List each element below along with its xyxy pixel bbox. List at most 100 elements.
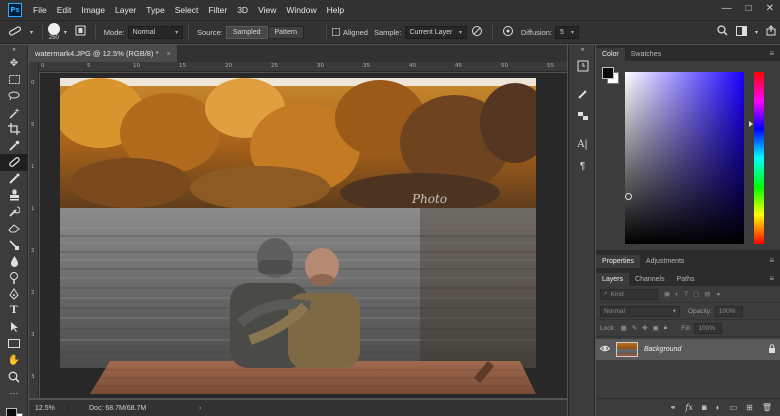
layer-kind-filter[interactable]: ⌕ Kind bbox=[600, 288, 658, 300]
pen-tool-icon[interactable] bbox=[0, 286, 28, 303]
move-tool-icon[interactable]: ✥ bbox=[0, 55, 28, 72]
filter-toggle-icon[interactable]: ● bbox=[716, 291, 720, 298]
brush-dropdown-icon[interactable]: ▾ bbox=[64, 29, 67, 36]
eraser-tool-icon[interactable] bbox=[0, 220, 28, 237]
healing-brush-tool-icon[interactable] bbox=[0, 154, 28, 171]
lock-position-icon[interactable]: ✥ bbox=[642, 324, 647, 332]
eyedropper-tool-icon[interactable] bbox=[0, 138, 28, 155]
menu-3d[interactable]: 3D bbox=[232, 5, 253, 15]
new-group-icon[interactable]: ▭ bbox=[730, 403, 738, 412]
menu-layer[interactable]: Layer bbox=[110, 5, 141, 15]
tab-color[interactable]: Color bbox=[596, 48, 625, 61]
search-icon[interactable] bbox=[717, 25, 728, 39]
more-tools-icon[interactable]: ··· bbox=[0, 385, 28, 402]
delete-layer-icon[interactable]: 🗑︎ bbox=[762, 403, 772, 412]
panel-menu-icon[interactable]: ≡ bbox=[763, 256, 780, 268]
lock-all-icon[interactable]: 🔒︎ bbox=[664, 324, 667, 332]
healing-brush-icon[interactable] bbox=[8, 25, 22, 40]
preset-dropdown-icon[interactable]: ▾ bbox=[30, 29, 33, 36]
ignore-adjustment-layers-icon[interactable] bbox=[471, 25, 483, 40]
crop-tool-icon[interactable] bbox=[0, 121, 28, 138]
panel-collapse-icon[interactable]: » bbox=[0, 45, 28, 55]
sampled-button[interactable]: Sampled bbox=[225, 25, 268, 39]
panel-menu-icon[interactable]: ≡ bbox=[763, 49, 780, 61]
hand-tool-icon[interactable]: ✋ bbox=[0, 352, 28, 369]
menu-help[interactable]: Help bbox=[322, 5, 349, 15]
lock-pixels-icon[interactable]: ✎ bbox=[632, 324, 637, 332]
clone-source-panel-icon[interactable] bbox=[569, 105, 596, 127]
foreground-color-swatch[interactable] bbox=[602, 67, 614, 79]
status-menu-arrow-icon[interactable]: › bbox=[199, 405, 201, 412]
hue-slider-handle[interactable] bbox=[749, 121, 753, 127]
menu-filter[interactable]: Filter bbox=[203, 5, 232, 15]
smart-object-filter-icon[interactable]: ▤ bbox=[704, 290, 710, 298]
tab-channels[interactable]: Channels bbox=[629, 273, 671, 286]
tab-swatches[interactable]: Swatches bbox=[625, 48, 667, 61]
character-panel-icon[interactable]: A| bbox=[569, 133, 596, 155]
tab-properties[interactable]: Properties bbox=[596, 255, 640, 268]
fill-field[interactable]: 100% bbox=[694, 322, 723, 334]
history-brush-tool-icon[interactable] bbox=[0, 204, 28, 221]
mode-select[interactable]: Normal ▾ bbox=[127, 25, 184, 39]
lock-transparent-icon[interactable]: ▦ bbox=[621, 324, 627, 332]
pattern-button[interactable]: Pattern bbox=[267, 25, 305, 39]
lasso-tool-icon[interactable] bbox=[0, 88, 28, 105]
layer-style-icon[interactable]: fx bbox=[685, 403, 692, 412]
menu-image[interactable]: Image bbox=[76, 5, 110, 15]
dodge-tool-icon[interactable] bbox=[0, 270, 28, 287]
menu-file[interactable]: File bbox=[28, 5, 52, 15]
type-tool-icon[interactable]: T bbox=[0, 303, 28, 320]
magic-wand-tool-icon[interactable] bbox=[0, 105, 28, 122]
marquee-tool-icon[interactable] bbox=[0, 72, 28, 89]
zoom-level[interactable]: 12.5% bbox=[29, 404, 69, 412]
hue-slider[interactable] bbox=[754, 72, 764, 244]
minimize-button[interactable]: — bbox=[722, 3, 732, 14]
document-canvas[interactable]: Photo bbox=[60, 78, 536, 394]
path-selection-tool-icon[interactable] bbox=[0, 319, 28, 336]
share-icon[interactable] bbox=[766, 25, 776, 39]
color-swatches[interactable] bbox=[0, 406, 27, 416]
lock-artboard-icon[interactable]: ▣ bbox=[653, 324, 659, 332]
menu-edit[interactable]: Edit bbox=[52, 5, 77, 15]
blur-tool-icon[interactable] bbox=[0, 253, 28, 270]
gradient-tool-icon[interactable] bbox=[0, 237, 28, 254]
brush-panel-icon[interactable] bbox=[569, 83, 596, 105]
sample-select[interactable]: Current Layer ▾ bbox=[404, 25, 467, 39]
panel-expand-icon[interactable]: « bbox=[569, 45, 596, 55]
adjustment-filter-icon[interactable]: ◐ bbox=[675, 291, 679, 298]
clone-source-panel-icon[interactable] bbox=[75, 25, 86, 39]
paragraph-panel-icon[interactable]: ¶ bbox=[569, 155, 596, 177]
history-panel-icon[interactable] bbox=[569, 55, 596, 77]
workspace-icon[interactable] bbox=[736, 25, 747, 39]
tab-adjustments[interactable]: Adjustments bbox=[640, 255, 691, 268]
visibility-eye-icon[interactable] bbox=[599, 345, 611, 354]
new-layer-icon[interactable]: ⊞ bbox=[746, 403, 753, 412]
tab-layers[interactable]: Layers bbox=[596, 273, 630, 286]
tab-paths[interactable]: Paths bbox=[671, 273, 701, 286]
close-button[interactable]: ✕ bbox=[766, 3, 774, 14]
foreground-color-swatch[interactable] bbox=[6, 407, 17, 416]
maximize-button[interactable]: □ bbox=[746, 3, 752, 14]
type-filter-icon[interactable]: T bbox=[684, 291, 688, 298]
aligned-checkbox[interactable]: Aligned bbox=[331, 28, 371, 37]
shape-filter-icon[interactable]: ▢ bbox=[693, 290, 699, 298]
layer-row-background[interactable]: Background bbox=[596, 339, 780, 360]
adjustment-layer-icon[interactable]: ◐ bbox=[716, 403, 721, 412]
menu-type[interactable]: Type bbox=[141, 5, 169, 15]
pixel-filter-icon[interactable]: ▣ bbox=[664, 290, 670, 298]
saturation-brightness-field[interactable] bbox=[625, 72, 744, 244]
link-layers-icon[interactable]: ⚭ bbox=[670, 403, 677, 412]
menu-view[interactable]: View bbox=[253, 5, 281, 15]
brush-picker[interactable]: 250 bbox=[47, 23, 60, 41]
brush-tool-icon[interactable] bbox=[0, 171, 28, 188]
add-mask-icon[interactable]: ◙ bbox=[702, 403, 707, 412]
clone-stamp-tool-icon[interactable] bbox=[0, 187, 28, 204]
panel-menu-icon[interactable]: ≡ bbox=[763, 274, 780, 286]
menu-window[interactable]: Window bbox=[281, 5, 321, 15]
pressure-icon[interactable] bbox=[502, 25, 514, 40]
rectangle-tool-icon[interactable] bbox=[0, 336, 28, 353]
chevron-down-icon[interactable]: ▾ bbox=[755, 29, 758, 36]
zoom-tool-icon[interactable] bbox=[0, 369, 28, 386]
diffusion-select[interactable]: 5 ▾ bbox=[555, 25, 579, 39]
layer-name[interactable]: Background bbox=[644, 346, 681, 353]
